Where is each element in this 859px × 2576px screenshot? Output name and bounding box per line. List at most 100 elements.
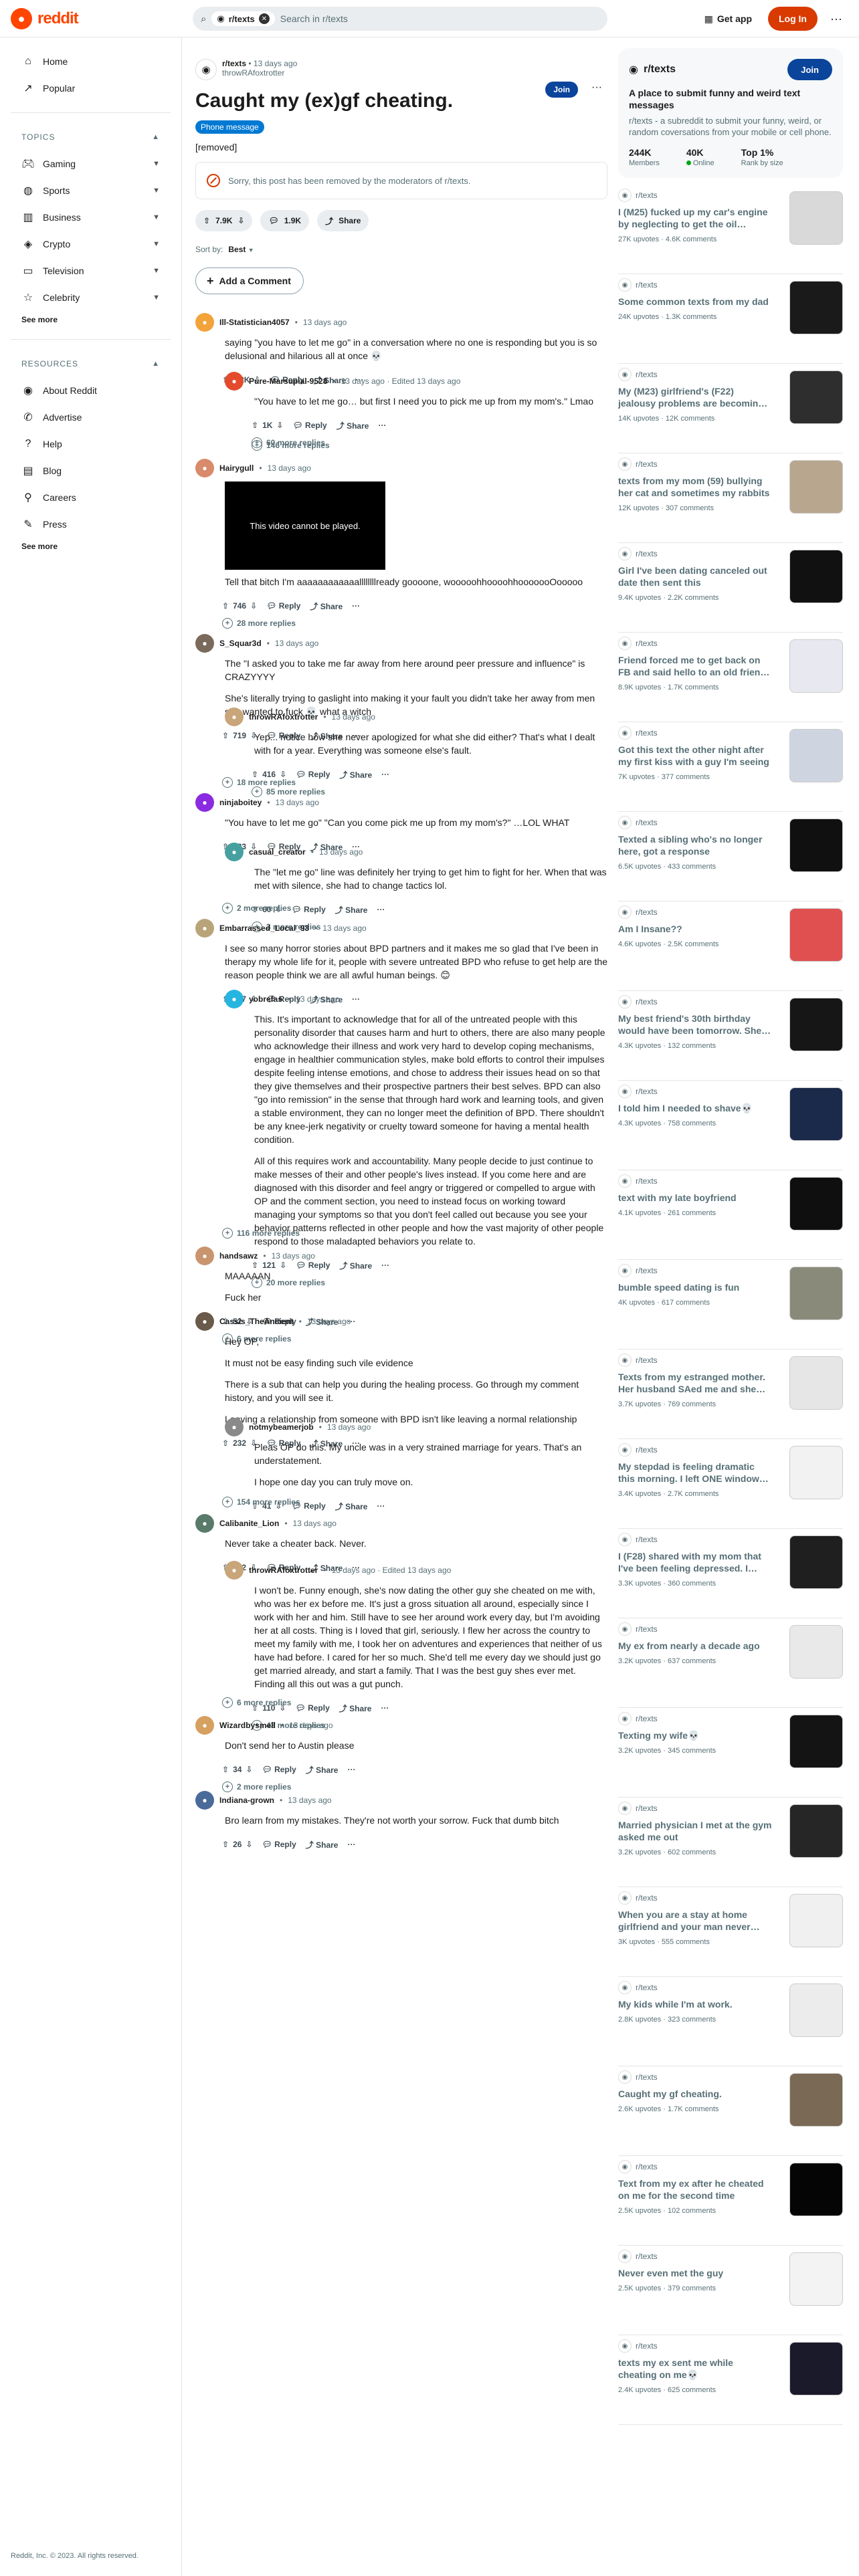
related-post-title[interactable]: I (M25) fucked up my car's engine by neg… — [618, 206, 772, 230]
see-more-topics-link[interactable]: See more — [11, 311, 171, 328]
related-subreddit[interactable]: r/texts — [636, 1535, 658, 1544]
post-flair[interactable]: Phone message — [195, 120, 264, 134]
post-join-button[interactable]: Join — [545, 82, 578, 98]
comment-author[interactable]: throwRAfoxtrotter — [249, 1566, 318, 1575]
share-button[interactable]: ⤴ Share — [310, 601, 343, 612]
related-post-thumbnail[interactable] — [789, 460, 843, 514]
related-subreddit[interactable]: r/texts — [636, 997, 658, 1006]
see-more-resources-link[interactable]: See more — [11, 538, 171, 555]
downvote-icon[interactable]: ⇩ — [246, 1840, 252, 1849]
avatar[interactable]: ● — [195, 793, 214, 812]
comment-author[interactable]: Calibanite_Lion — [219, 1519, 279, 1528]
related-post[interactable]: ◉ r/texts My stepdad is feeling dramatic … — [618, 1443, 843, 1529]
related-post[interactable]: ◉ r/texts My best friend's 30th birthday … — [618, 995, 843, 1081]
related-post[interactable]: ◉ r/texts My (M23) girlfriend's (F22) jea… — [618, 368, 843, 453]
avatar[interactable]: ● — [195, 459, 214, 477]
related-post-thumbnail[interactable] — [789, 1087, 843, 1141]
related-subreddit[interactable]: r/texts — [636, 818, 658, 827]
related-subreddit[interactable]: r/texts — [636, 728, 658, 738]
related-post-title[interactable]: Got this text the other night after my f… — [618, 744, 772, 768]
related-subreddit[interactable]: r/texts — [636, 1087, 658, 1096]
related-post[interactable]: ◉ r/texts When you are a stay at home gir… — [618, 1891, 843, 1977]
related-post-title[interactable]: Am I Insane?? — [618, 923, 772, 935]
avatar[interactable]: ● — [195, 634, 214, 653]
comment-author[interactable]: ninjaboitey — [219, 798, 262, 807]
related-subreddit[interactable]: r/texts — [636, 907, 658, 917]
related-post-thumbnail[interactable] — [789, 2163, 843, 2216]
avatar[interactable]: ● — [225, 372, 244, 391]
downvote-icon[interactable]: ⇩ — [276, 421, 283, 430]
related-post[interactable]: ◉ r/texts Got this text the other night a… — [618, 726, 843, 812]
related-subreddit[interactable]: r/texts — [636, 2072, 658, 2082]
comment-author[interactable]: Pure-Marsupial-9528 — [249, 377, 327, 386]
related-post[interactable]: ◉ r/texts My ex from nearly a decade ago … — [618, 1622, 843, 1708]
comment-more-icon[interactable]: ··· — [352, 601, 360, 611]
add-comment-button[interactable]: + Add a Comment — [195, 267, 304, 294]
related-post[interactable]: ◉ r/texts Friend forced me to get back on… — [618, 637, 843, 722]
related-post-title[interactable]: My kids while I'm at work. — [618, 1998, 772, 2010]
comment-author[interactable]: casual_creator — [249, 847, 306, 857]
post-more-icon[interactable]: ··· — [591, 82, 602, 94]
related-post-thumbnail[interactable] — [789, 729, 843, 782]
related-subreddit[interactable]: r/texts — [636, 2162, 658, 2171]
related-post[interactable]: ◉ r/texts bumble speed dating is fun 4K u… — [618, 1264, 843, 1350]
related-post-thumbnail[interactable] — [789, 1804, 843, 1858]
post-share-button[interactable]: ⤴ Share — [317, 210, 369, 231]
related-subreddit[interactable]: r/texts — [636, 2341, 658, 2351]
sort-by[interactable]: Sort by: Best ▼ — [195, 245, 607, 254]
share-button[interactable]: ⤴ Share — [306, 1839, 339, 1850]
nav-popular[interactable]: ↗ Popular — [11, 75, 171, 102]
related-post-title[interactable]: texts my ex sent me while cheating on me… — [618, 2357, 772, 2381]
related-post-title[interactable]: Never even met the guy — [618, 2267, 772, 2279]
post-author[interactable]: throwRAfoxtrotter — [222, 68, 297, 78]
related-subreddit[interactable]: r/texts — [636, 370, 658, 379]
related-post-thumbnail[interactable] — [789, 281, 843, 334]
nav-topic-business[interactable]: ▥ Business ▼ — [11, 204, 171, 231]
reddit-logo[interactable]: ● reddit — [11, 8, 79, 29]
nav-topic-gaming[interactable]: 🎮︎ Gaming ▼ — [11, 150, 171, 177]
resources-header[interactable]: RESOURCES ▲ — [11, 350, 171, 377]
related-post[interactable]: ◉ r/texts Caught my gf cheating. 2.6K upv… — [618, 2070, 843, 2156]
video-player[interactable]: This video cannot be played. — [225, 481, 385, 570]
related-post-title[interactable]: Girl I've been dating canceled out date … — [618, 564, 772, 588]
related-subreddit[interactable]: r/texts — [636, 459, 658, 469]
more-replies-link[interactable]: +146 more replies — [252, 437, 607, 453]
related-subreddit[interactable]: r/texts — [636, 1266, 658, 1275]
related-subreddit[interactable]: r/texts — [636, 1804, 658, 1813]
comment-author[interactable]: S_Squar3d — [219, 639, 262, 648]
related-post-title[interactable]: I (F28) shared with my mom that I've bee… — [618, 1550, 772, 1574]
comment-author[interactable]: Wizardbysmell — [219, 1721, 276, 1730]
avatar[interactable]: ● — [225, 990, 244, 1008]
avatar[interactable]: ● — [195, 1514, 214, 1533]
upvote-icon[interactable]: ⇧ — [252, 421, 258, 430]
nav-topic-sports[interactable]: ◍ Sports ▼ — [11, 177, 171, 204]
related-subreddit[interactable]: r/texts — [636, 1983, 658, 1992]
related-post-thumbnail[interactable] — [789, 370, 843, 424]
related-post-title[interactable]: Text from my ex after he cheated on me f… — [618, 2177, 772, 2202]
related-post[interactable]: ◉ r/texts Texting my wife💀 3.2K upvotes ·… — [618, 1712, 843, 1798]
search-subreddit-chip[interactable]: ◉ r/texts ✕ — [211, 11, 275, 26]
comment-author[interactable]: Embarrassed_Local_93 — [219, 924, 309, 933]
related-post-title[interactable]: My ex from nearly a decade ago — [618, 1640, 772, 1652]
avatar[interactable]: ● — [225, 1418, 244, 1436]
avatar[interactable]: ● — [195, 313, 214, 332]
related-post-title[interactable]: When you are a stay at home girlfriend a… — [618, 1909, 772, 1933]
community-join-button[interactable]: Join — [787, 59, 832, 80]
related-post-thumbnail[interactable] — [789, 1715, 843, 1768]
related-subreddit[interactable]: r/texts — [636, 1714, 658, 1723]
more-replies-link[interactable]: +116 more replies — [222, 1225, 607, 1241]
related-post-thumbnail[interactable] — [789, 1446, 843, 1499]
related-post[interactable]: ◉ r/texts I (M25) fucked up my car's engi… — [618, 189, 843, 274]
related-subreddit[interactable]: r/texts — [636, 1445, 658, 1455]
nav-topic-crypto[interactable]: ◈ Crypto ▼ — [11, 231, 171, 257]
post-subreddit-link[interactable]: r/texts — [222, 59, 246, 68]
related-post[interactable]: ◉ r/texts I told him I needed to shave💀 4… — [618, 1085, 843, 1170]
nav-home[interactable]: ⌂ Home — [11, 48, 171, 75]
nav-advertise[interactable]: ✆ Advertise — [11, 404, 171, 431]
downvote-icon[interactable]: ⇩ — [237, 216, 244, 225]
avatar[interactable]: ● — [195, 1716, 214, 1735]
comment-author[interactable]: Ill-Statistician4057 — [219, 318, 290, 327]
related-post-title[interactable]: Texted a sibling who's no longer here, g… — [618, 833, 772, 857]
related-post-title[interactable]: My (M23) girlfriend's (F22) jealousy pro… — [618, 385, 772, 409]
nav-press[interactable]: ✎ Press — [11, 511, 171, 538]
